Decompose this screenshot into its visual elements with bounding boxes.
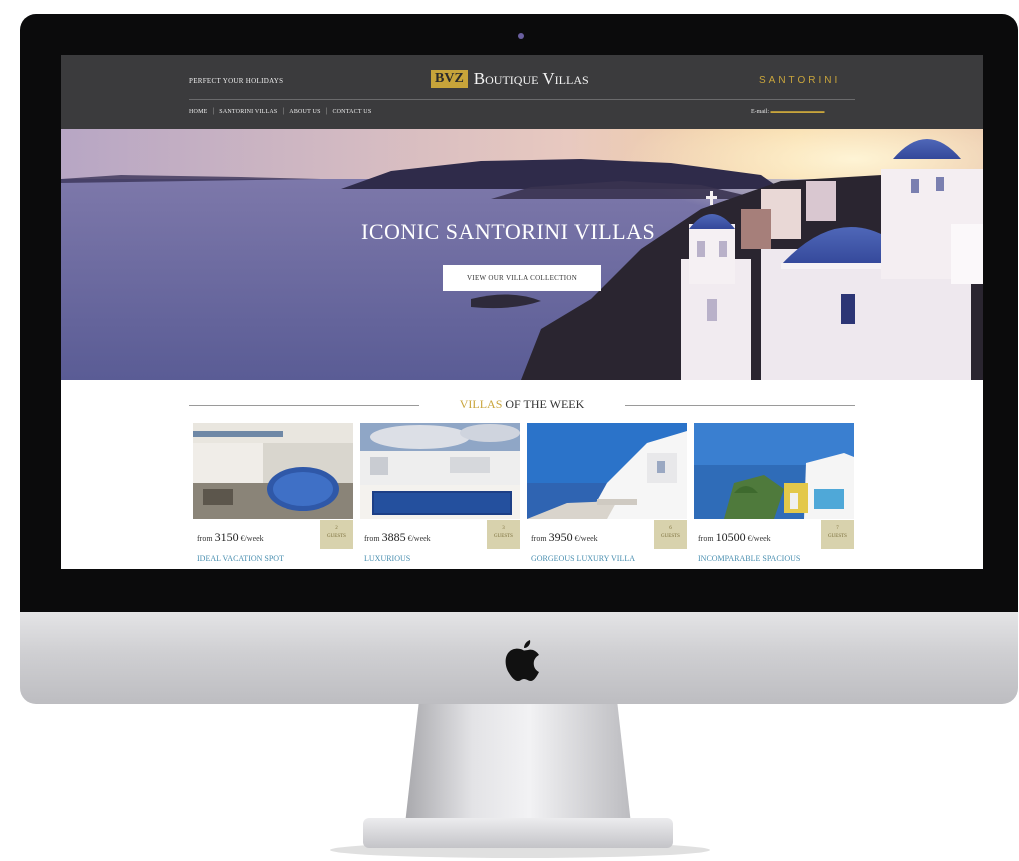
villa-card[interactable]: from 10500 €/week 7 GUESTS INCOMPARABLE S… bbox=[694, 423, 854, 569]
villa-name[interactable]: IDEAL VACATION SPOT bbox=[197, 554, 284, 563]
email-label: E-mail: bbox=[751, 109, 769, 115]
villa-photo[interactable] bbox=[193, 423, 353, 519]
price-amount: 3885 bbox=[381, 530, 406, 544]
villa-photo-graphic bbox=[360, 423, 520, 519]
view-villa-collection-button[interactable]: VIEW OUR VILLA COLLECTION bbox=[443, 265, 601, 291]
section-title-accent: VILLAS bbox=[459, 397, 503, 411]
price-unit: €/week bbox=[407, 534, 431, 543]
villa-name[interactable]: GORGEOUS LUXURY VILLA bbox=[531, 554, 635, 563]
hero-image bbox=[61, 129, 983, 380]
villa-price: from 10500 €/week bbox=[698, 530, 771, 545]
villa-photo[interactable] bbox=[360, 423, 520, 519]
nav-item-santorini-villas[interactable]: SANTORINI VILLAS bbox=[219, 109, 277, 115]
nav-separator: | bbox=[325, 108, 328, 115]
guests-label: GUESTS bbox=[494, 534, 513, 539]
nav-item-about-us[interactable]: ABOUT US bbox=[289, 109, 320, 115]
price-amount: 10500 bbox=[715, 530, 746, 544]
section-title: VILLAS OF THE WEEK bbox=[189, 397, 855, 412]
nav-separator: | bbox=[282, 108, 285, 115]
hero-banner: ICONIC SANTORINI VILLAS VIEW OUR VILLA C… bbox=[61, 129, 983, 380]
guests-label: GUESTS bbox=[327, 534, 346, 539]
monitor-stand-base bbox=[363, 818, 673, 848]
logo-mark: BVZ bbox=[431, 70, 468, 88]
villa-name[interactable]: LUXURIOUS bbox=[364, 554, 410, 563]
villa-photo[interactable] bbox=[694, 423, 854, 519]
nav-separator: | bbox=[212, 108, 215, 115]
logo-text: Boutique Villas bbox=[473, 69, 589, 88]
site-header: PERFECT YOUR HOLIDAYS BVZ Boutique Villa… bbox=[61, 55, 983, 129]
price-amount: 3950 bbox=[548, 530, 573, 544]
price-unit: €/week bbox=[240, 534, 264, 543]
guests-label: GUESTS bbox=[828, 534, 847, 539]
villa-cards: from 3150 €/week 2 GUESTS IDEAL VACATION … bbox=[193, 423, 854, 569]
hero-title: ICONIC SANTORINI VILLAS bbox=[361, 219, 656, 244]
villa-photo-graphic bbox=[694, 423, 854, 519]
price-amount: 3150 bbox=[214, 530, 239, 544]
villa-card[interactable]: from 3885 €/week 3 GUESTS LUXURIOUS bbox=[360, 423, 520, 569]
site-logo[interactable]: BVZ Boutique Villas bbox=[431, 69, 589, 89]
guests-count: 6 bbox=[669, 526, 672, 531]
villa-name[interactable]: INCOMPARABLE SPACIOUS bbox=[698, 554, 800, 563]
monitor-stand bbox=[405, 704, 631, 824]
tagline: PERFECT YOUR HOLIDAYS bbox=[189, 77, 284, 85]
website-screen: PERFECT YOUR HOLIDAYS BVZ Boutique Villa… bbox=[61, 55, 983, 569]
webcam-icon bbox=[518, 33, 524, 39]
nav-item-home[interactable]: HOME bbox=[189, 109, 207, 115]
guests-count: 3 bbox=[502, 526, 505, 531]
header-divider bbox=[189, 99, 855, 100]
guests-badge: 2 GUESTS bbox=[320, 520, 353, 549]
price-prefix: from bbox=[364, 534, 380, 543]
price-unit: €/week bbox=[747, 534, 771, 543]
guests-label: GUESTS bbox=[661, 534, 680, 539]
guests-count: 2 bbox=[335, 526, 338, 531]
villas-of-the-week-heading: VILLAS OF THE WEEK bbox=[189, 393, 855, 417]
location-label: SANTORINI bbox=[759, 75, 841, 86]
price-prefix: from bbox=[698, 534, 714, 543]
nav-item-contact-us[interactable]: CONTACT US bbox=[332, 109, 371, 115]
price-prefix: from bbox=[531, 534, 547, 543]
villa-photo[interactable] bbox=[527, 423, 687, 519]
section-title-rest: OF THE WEEK bbox=[502, 397, 585, 411]
main-nav: HOME | SANTORINI VILLAS | ABOUT US | CON… bbox=[189, 108, 371, 115]
villa-photo-graphic bbox=[193, 423, 353, 519]
guests-badge: 6 GUESTS bbox=[654, 520, 687, 549]
villa-price: from 3150 €/week bbox=[197, 530, 264, 545]
villa-price: from 3885 €/week bbox=[364, 530, 431, 545]
villa-card[interactable]: from 3950 €/week 6 GUESTS GORGEOUS LUXURY… bbox=[527, 423, 687, 569]
price-prefix: from bbox=[197, 534, 213, 543]
guests-badge: 3 GUESTS bbox=[487, 520, 520, 549]
guests-badge: 7 GUESTS bbox=[821, 520, 854, 549]
email-address-link[interactable]: ▬▬▬▬▬▬▬▬▬ bbox=[771, 109, 825, 115]
apple-logo-icon bbox=[503, 636, 543, 682]
villa-photo-graphic bbox=[527, 423, 687, 519]
guests-count: 7 bbox=[836, 526, 839, 531]
villa-card[interactable]: from 3150 €/week 2 GUESTS IDEAL VACATION … bbox=[193, 423, 353, 569]
villa-price: from 3950 €/week bbox=[531, 530, 598, 545]
price-unit: €/week bbox=[574, 534, 598, 543]
email-contact: E-mail: ▬▬▬▬▬▬▬▬▬ bbox=[751, 109, 825, 115]
